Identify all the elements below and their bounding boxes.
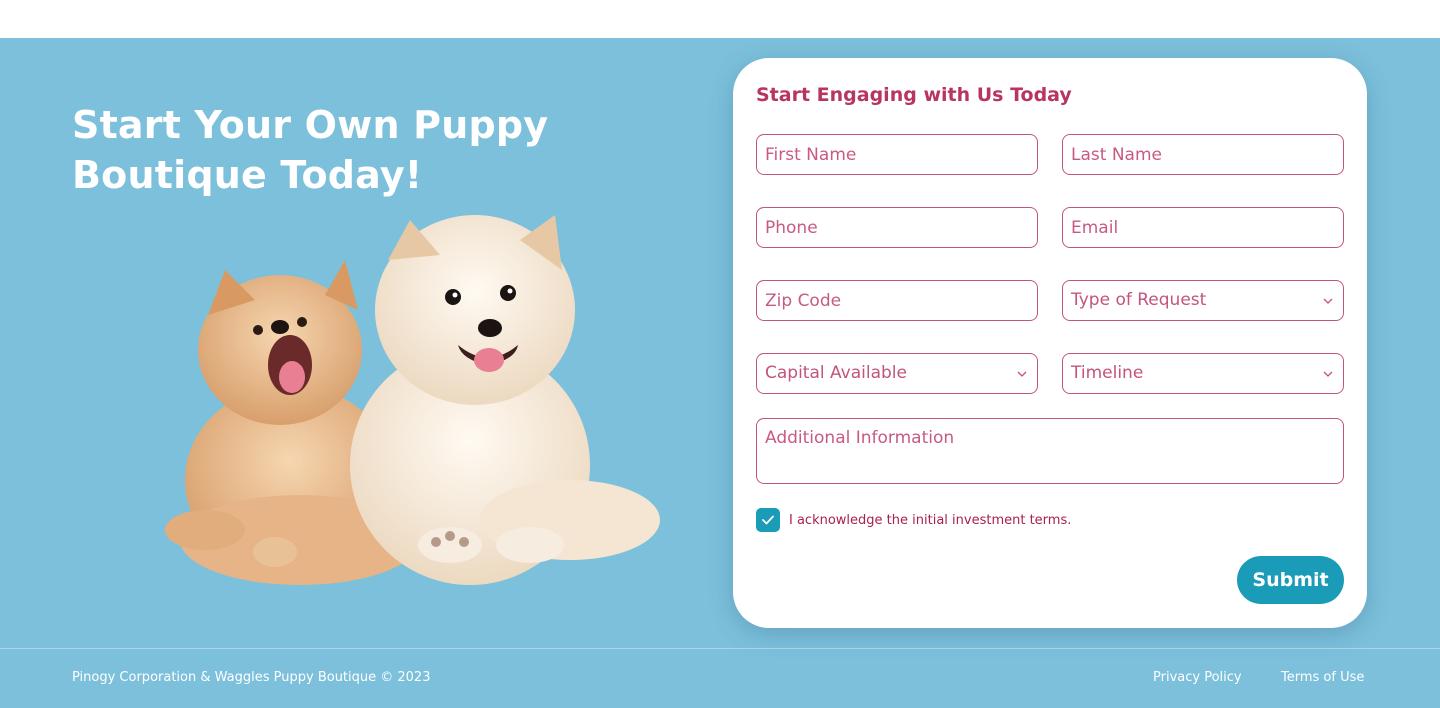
email-input[interactable]: [1062, 207, 1344, 248]
last-name-input[interactable]: [1062, 134, 1344, 175]
submit-button[interactable]: Submit: [1237, 556, 1344, 604]
contact-form-card: Start Engaging with Us Today Type of Req…: [733, 58, 1367, 628]
footer-copyright: Pinogy Corporation & Waggles Puppy Bouti…: [72, 670, 431, 685]
footer-divider: [0, 648, 1440, 649]
acknowledge-checkbox[interactable]: [756, 508, 780, 532]
phone-input[interactable]: [756, 207, 1038, 248]
terms-of-use-link[interactable]: Terms of Use: [1281, 670, 1364, 685]
request-type-select-value: Type of Request: [1071, 290, 1207, 310]
request-type-select[interactable]: Type of Request: [1062, 280, 1344, 321]
privacy-policy-link[interactable]: Privacy Policy: [1153, 670, 1242, 685]
timeline-select[interactable]: Timeline: [1062, 353, 1344, 394]
hero-headline: Start Your Own Puppy Boutique Today!: [72, 103, 549, 197]
acknowledge-row: I acknowledge the initial investment ter…: [756, 508, 1071, 532]
additional-information-textarea[interactable]: [756, 418, 1344, 484]
puppies-illustration: [165, 215, 660, 585]
capital-available-select[interactable]: Capital Available: [756, 353, 1038, 394]
form-title: Start Engaging with Us Today: [756, 84, 1072, 106]
chevron-down-icon: [1017, 371, 1027, 377]
capital-available-select-value: Capital Available: [765, 363, 907, 383]
timeline-select-value: Timeline: [1071, 363, 1144, 383]
zip-code-input[interactable]: [756, 280, 1038, 321]
chevron-down-icon: [1323, 371, 1333, 377]
first-name-input[interactable]: [756, 134, 1038, 175]
top-bar: [0, 0, 1440, 38]
chevron-down-icon: [1323, 298, 1333, 304]
checkmark-icon: [762, 515, 774, 525]
acknowledge-label: I acknowledge the initial investment ter…: [789, 512, 1072, 528]
cream-puppy: [350, 215, 660, 585]
